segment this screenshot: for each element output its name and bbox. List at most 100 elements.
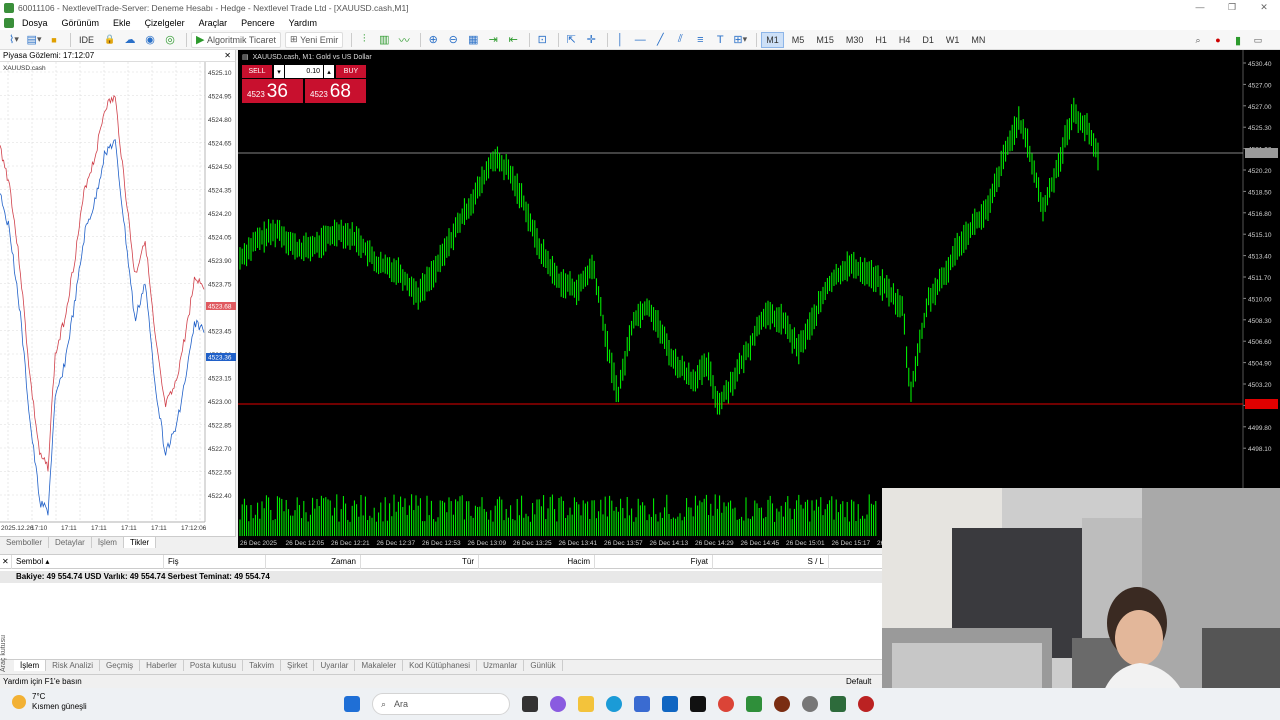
price-chart[interactable]: 4530.404527.004527.004525.304521.904520.… [238, 50, 1280, 548]
new-order-button[interactable]: ⊞ Yeni Emir [285, 31, 344, 48]
col-ticket[interactable]: Fiş [164, 554, 266, 569]
crosshair-icon[interactable]: ✛ [583, 32, 599, 48]
tab-alerts[interactable]: Uyarılar [314, 660, 356, 671]
lock-icon[interactable]: 🔒 [102, 32, 118, 48]
grid-icon[interactable]: ▦ [465, 32, 481, 48]
edge-icon[interactable] [606, 696, 622, 712]
copilot-icon[interactable] [550, 696, 566, 712]
menu-charts[interactable]: Çizelgeler [145, 18, 185, 28]
toolbox-side-label[interactable]: Araç kutusu [0, 630, 10, 672]
candles-icon[interactable]: ▥ [376, 32, 392, 48]
sell-button[interactable]: SELL [242, 65, 272, 78]
store-icon[interactable] [634, 696, 650, 712]
tab-symbols[interactable]: Semboller [0, 537, 50, 548]
capcut-icon[interactable] [690, 696, 706, 712]
metatrader-icon[interactable] [746, 696, 762, 712]
cloud-icon[interactable]: ☁ [122, 32, 138, 48]
search-icon[interactable]: ⌕ [1190, 32, 1206, 48]
buy-price-box[interactable]: 4523 68 [305, 79, 366, 103]
task-view-icon[interactable] [522, 696, 538, 712]
col-type[interactable]: Tür [361, 554, 479, 569]
timeframe-m5[interactable]: M5 [788, 32, 809, 48]
start-icon[interactable] [344, 696, 360, 712]
app-menu-icon[interactable] [4, 17, 14, 28]
balance-row[interactable]: Bakiye: 49 554.74 USD Varlık: 49 554.74 … [0, 571, 882, 583]
outlook-icon[interactable] [662, 696, 678, 712]
menu-window[interactable]: Pencere [241, 18, 275, 28]
signal-strength-icon[interactable]: ▮ [1230, 32, 1246, 48]
notifications-icon[interactable]: ● [1210, 32, 1226, 48]
timeframe-m15[interactable]: M15 [812, 32, 838, 48]
menu-file[interactable]: Dosya [22, 18, 48, 28]
tab-mailbox[interactable]: Posta kutusu [184, 660, 244, 671]
line-chart-icon[interactable]: 〰 [396, 32, 412, 48]
tab-trade[interactable]: İşlem [14, 660, 47, 671]
tab-history[interactable]: Geçmiş [100, 660, 141, 671]
bar-chart-icon[interactable]: ⫶ [356, 32, 372, 48]
tab-details[interactable]: Detaylar [49, 537, 92, 548]
close-button[interactable]: ✕ [1248, 0, 1280, 15]
horizontal-line-icon[interactable]: — [632, 32, 648, 48]
tab-company[interactable]: Şirket [281, 660, 315, 671]
minimize-button[interactable]: — [1184, 0, 1216, 15]
weather-widget[interactable]: 7°C Kısmen güneşli [12, 692, 87, 712]
tab-journal[interactable]: Günlük [524, 660, 563, 671]
shapes-icon[interactable]: ⊞ ▾ [732, 32, 748, 48]
timeframe-h4[interactable]: H4 [895, 32, 915, 48]
zoom-out-icon[interactable]: ⊖ [445, 32, 461, 48]
lot-input[interactable]: 0.10 [285, 65, 323, 78]
timeframe-w1[interactable]: W1 [942, 32, 964, 48]
tab-risk-analysis[interactable]: Risk Analizi [46, 660, 101, 671]
toolbox-close-icon[interactable]: ✕ [0, 554, 12, 569]
autoscroll-icon[interactable]: ⇥ [485, 32, 501, 48]
screenshot-icon[interactable]: ⊡ [534, 32, 550, 48]
vps-icon[interactable]: ◎ [162, 32, 178, 48]
timeframe-d1[interactable]: D1 [918, 32, 938, 48]
col-sl[interactable]: S / L [713, 554, 829, 569]
tab-code-base[interactable]: Kod Kütüphanesi [403, 660, 478, 671]
menu-tools[interactable]: Araçlar [199, 18, 228, 28]
algo-trading-button[interactable]: ▶ Algoritmik Ticaret [191, 31, 282, 48]
app-icon-dark[interactable] [774, 696, 790, 712]
trendline-icon[interactable]: ╱ [652, 32, 668, 48]
app-icon-last[interactable] [858, 696, 874, 712]
profiles-icon[interactable]: ■ [46, 32, 62, 48]
lot-decrease-button[interactable]: ▾ [274, 65, 284, 78]
buy-button[interactable]: BUY [336, 65, 366, 78]
col-volume[interactable]: Hacim [479, 554, 595, 569]
vertical-line-icon[interactable]: │ [612, 32, 628, 48]
ide-button[interactable]: IDE [75, 32, 98, 48]
sell-price-box[interactable]: 4523 36 [242, 79, 303, 103]
menu-help[interactable]: Yardım [289, 18, 317, 28]
timeframe-m1[interactable]: M1 [761, 31, 784, 48]
timeframe-h1[interactable]: H1 [871, 32, 891, 48]
tab-news[interactable]: Haberler [140, 660, 184, 671]
tab-experts[interactable]: Uzmanlar [477, 660, 525, 671]
zoom-in-icon[interactable]: ⊕ [425, 32, 441, 48]
tab-articles[interactable]: Makaleler [355, 660, 404, 671]
timeframe-m30[interactable]: M30 [842, 32, 868, 48]
market-watch-close-icon[interactable]: ✕ [224, 51, 235, 60]
timeframe-mn[interactable]: MN [967, 32, 989, 48]
signals-icon[interactable]: ◉ [142, 32, 158, 48]
tick-chart[interactable]: 4525.10 4524.95 4524.80 4524.65 4524.50 4524.… [0, 62, 236, 537]
terminal-icon[interactable] [830, 696, 846, 712]
chart-shift-icon[interactable]: ⇤ [505, 32, 521, 48]
templates-icon[interactable]: ▤ ▾ [26, 32, 42, 48]
chart-type-icon[interactable]: ⌇ ▾ [6, 32, 22, 48]
cursor-icon[interactable]: ⇱ [563, 32, 579, 48]
tab-calendar[interactable]: Takvim [243, 660, 281, 671]
chart-window[interactable]: 4530.404527.004527.004525.304521.904520.… [238, 50, 1280, 548]
fibo-icon[interactable]: ≡ [692, 32, 708, 48]
col-time[interactable]: Zaman [266, 554, 361, 569]
tab-trading[interactable]: İşlem [92, 537, 124, 548]
text-icon[interactable]: T [712, 32, 728, 48]
file-explorer-icon[interactable] [578, 696, 594, 712]
menu-view[interactable]: Görünüm [62, 18, 100, 28]
chart-menu-icon[interactable]: ▤ [242, 53, 249, 61]
layout-icon[interactable]: ▭ [1250, 32, 1266, 48]
tab-ticks[interactable]: Tikler [123, 537, 157, 548]
lot-increase-button[interactable]: ▴ [324, 65, 334, 78]
chrome-icon[interactable] [718, 696, 734, 712]
settings-icon[interactable] [802, 696, 818, 712]
